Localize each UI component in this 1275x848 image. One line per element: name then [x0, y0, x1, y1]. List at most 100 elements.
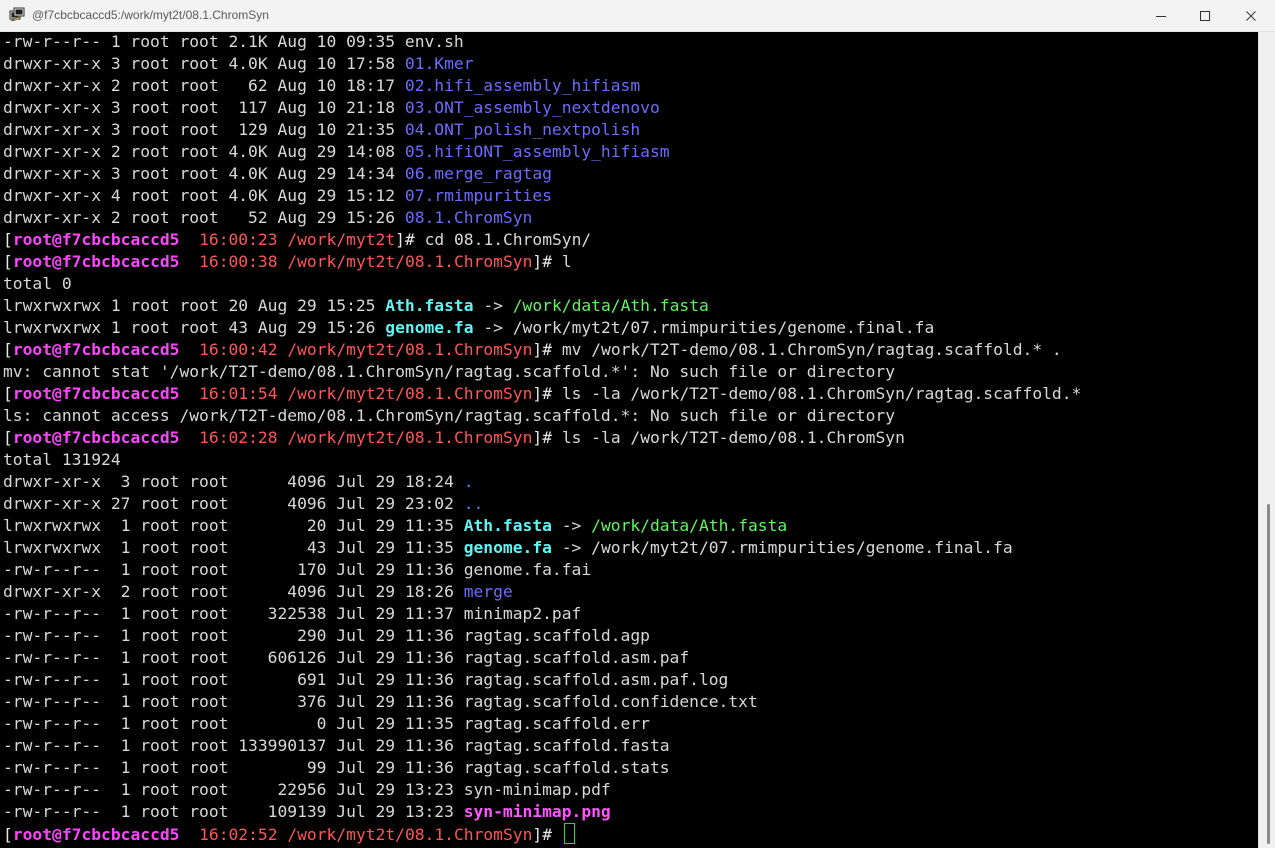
- close-button[interactable]: [1228, 0, 1274, 31]
- file-name: ragtag.scaffold.err: [463, 714, 650, 733]
- listing-details: -rw-r--r-- 1 root root 691 Jul 29 11:36: [3, 670, 464, 689]
- vertical-scrollbar[interactable]: [1258, 32, 1275, 848]
- listing-details: drwxr-xr-x 2 root root 62 Aug 10 18:17: [3, 76, 405, 95]
- symlink-arrow: ->: [473, 318, 513, 337]
- scrollbar-thumb[interactable]: [1267, 504, 1270, 844]
- image-file-name: syn-minimap.png: [463, 802, 611, 821]
- output-text: mv: cannot stat '/work/T2T-demo/08.1.Chr…: [3, 362, 895, 381]
- prompt-path: /work/myt2t/08.1.ChromSyn: [287, 384, 533, 403]
- listing-details: -rw-r--r-- 1 root root 170 Jul 29 11:36: [3, 560, 464, 579]
- prompt-user: root: [12, 340, 53, 359]
- listing-details: drwxr-xr-x 3 root root 117 Aug 10 21:18: [3, 98, 405, 117]
- prompt-line: [root@f7cbcbcaccd5 16:02:52 /work/myt2t/…: [3, 823, 575, 845]
- listing-row: -rw-r--r-- 1 root root 322538 Jul 29 11:…: [3, 603, 581, 625]
- output-text: ls: cannot access /work/T2T-demo/08.1.Ch…: [3, 406, 895, 425]
- terminal-window: @f7cbcbcaccd5:/work/myt2t/08.1.ChromSyn …: [0, 0, 1275, 848]
- symlink-arrow: ->: [551, 538, 592, 557]
- prompt-host: f7cbcbcaccd5: [61, 428, 180, 447]
- listing-details: -rw-r--r-- 1 root root 2.1K Aug 10 09:35: [3, 32, 405, 51]
- listing-row: drwxr-xr-x 3 root root 117 Aug 10 21:18 …: [3, 97, 660, 119]
- prompt-host: f7cbcbcaccd5: [61, 252, 180, 271]
- prompt-line: [root@f7cbcbcaccd5 16:02:28 /work/myt2t/…: [3, 427, 905, 449]
- directory-name: ..: [463, 494, 484, 513]
- maximize-button[interactable]: [1182, 0, 1228, 31]
- directory-name: 05.hifiONT_assembly_hifiasm: [404, 142, 670, 161]
- directory-name: .: [463, 472, 474, 491]
- listing-details: -rw-r--r-- 1 root root 322538 Jul 29 11:…: [3, 604, 464, 623]
- window-title: @f7cbcbcaccd5:/work/myt2t/08.1.ChromSyn: [32, 8, 269, 22]
- symlink-target: /work/myt2t/07.rmimpurities/genome.final…: [512, 318, 935, 337]
- listing-row: drwxr-xr-x 2 root root 4.0K Aug 29 14:08…: [3, 141, 670, 163]
- listing-details: -rw-r--r-- 1 root root 290 Jul 29 11:36: [3, 626, 464, 645]
- listing-row: drwxr-xr-x 3 root root 4.0K Aug 29 14:34…: [3, 163, 552, 185]
- listing-details: drwxr-xr-x 3 root root 4.0K Aug 10 17:58: [3, 54, 405, 73]
- prompt-hash: ]#: [532, 252, 562, 271]
- listing-row: lrwxrwxrwx 1 root root 43 Jul 29 11:35 g…: [3, 537, 1013, 559]
- listing-row: drwxr-xr-x 3 root root 4.0K Aug 10 17:58…: [3, 53, 474, 75]
- prompt-at: @: [52, 230, 62, 249]
- directory-name: 02.hifi_assembly_hifiasm: [404, 76, 641, 95]
- prompt-time: 16:02:28: [199, 428, 278, 447]
- symlink-name: genome.fa: [463, 538, 552, 557]
- prompt-line: [root@f7cbcbcaccd5 16:01:54 /work/myt2t/…: [3, 383, 1081, 405]
- listing-row: -rw-r--r-- 1 root root 170 Jul 29 11:36 …: [3, 559, 591, 581]
- listing-details: drwxr-xr-x 2 root root 4.0K Aug 29 14:08: [3, 142, 405, 161]
- file-name: ragtag.scaffold.stats: [463, 758, 670, 777]
- listing-row: drwxr-xr-x 2 root root 62 Aug 10 18:17 0…: [3, 75, 640, 97]
- listing-row: -rw-r--r-- 1 root root 2.1K Aug 10 09:35…: [3, 32, 464, 53]
- directory-name: 07.rmimpurities: [404, 186, 552, 205]
- command-text: cd 08.1.ChromSyn/: [424, 230, 592, 249]
- terminal-output[interactable]: -rw-r--r-- 1 root root 2.1K Aug 10 09:35…: [0, 32, 1258, 848]
- listing-details: lrwxrwxrwx 1 root root 20 Jul 29 11:35: [3, 516, 464, 535]
- prompt-hash: ]#: [395, 230, 425, 249]
- listing-details: -rw-r--r-- 1 root root 109139 Jul 29 13:…: [3, 802, 464, 821]
- prompt-time: 16:00:38: [199, 252, 278, 271]
- listing-row: drwxr-xr-x 2 root root 4096 Jul 29 18:26…: [3, 581, 513, 603]
- prompt-hash: ]#: [532, 825, 562, 844]
- listing-details: drwxr-xr-x 3 root root 4096 Jul 29 18:24: [3, 472, 464, 491]
- prompt-gap: [179, 384, 199, 403]
- prompt-time: 16:00:23: [199, 230, 278, 249]
- directory-name: 08.1.ChromSyn: [404, 208, 533, 227]
- prompt-time: 16:00:42: [199, 340, 278, 359]
- listing-row: lrwxrwxrwx 1 root root 20 Aug 29 15:25 A…: [3, 295, 709, 317]
- prompt-gap: [179, 428, 199, 447]
- prompt-user: root: [12, 384, 53, 403]
- prompt-hash: ]#: [532, 340, 562, 359]
- listing-row: lrwxrwxrwx 1 root root 20 Jul 29 11:35 A…: [3, 515, 787, 537]
- prompt-path: /work/myt2t/08.1.ChromSyn: [287, 252, 533, 271]
- symlink-arrow: ->: [473, 296, 513, 315]
- prompt-open-bracket: [: [3, 428, 13, 447]
- prompt-user: root: [12, 252, 53, 271]
- listing-details: lrwxrwxrwx 1 root root 20 Aug 29 15:25: [3, 296, 386, 315]
- directory-name: merge: [463, 582, 513, 601]
- prompt-path: /work/myt2t/08.1.ChromSyn: [287, 825, 533, 844]
- prompt-path: /work/myt2t/08.1.ChromSyn: [287, 340, 533, 359]
- listing-details: drwxr-xr-x 2 root root 4096 Jul 29 18:26: [3, 582, 464, 601]
- listing-details: -rw-r--r-- 1 root root 133990137 Jul 29 …: [3, 736, 464, 755]
- minimize-button[interactable]: [1138, 0, 1184, 31]
- title-bar[interactable]: @f7cbcbcaccd5:/work/myt2t/08.1.ChromSyn: [0, 0, 1275, 32]
- symlink-name: Ath.fasta: [385, 296, 474, 315]
- output-text: total 0: [3, 274, 72, 293]
- putty-terminal-icon[interactable]: [9, 7, 25, 23]
- listing-row: drwxr-xr-x 2 root root 52 Aug 29 15:26 0…: [3, 207, 532, 229]
- directory-name: 04.ONT_polish_nextpolish: [404, 120, 641, 139]
- maximize-icon: [1200, 10, 1210, 21]
- command-text: mv /work/T2T-demo/08.1.ChromSyn/ragtag.s…: [561, 340, 1062, 359]
- prompt-host: f7cbcbcaccd5: [61, 230, 180, 249]
- prompt-path: /work/myt2t: [287, 230, 396, 249]
- prompt-line: [root@f7cbcbcaccd5 16:00:38 /work/myt2t/…: [3, 251, 572, 273]
- listing-row: -rw-r--r-- 1 root root 606126 Jul 29 11:…: [3, 647, 689, 669]
- listing-row: -rw-r--r-- 1 root root 691 Jul 29 11:36 …: [3, 669, 728, 691]
- listing-details: lrwxrwxrwx 1 root root 43 Jul 29 11:35: [3, 538, 464, 557]
- close-icon: [1246, 10, 1256, 21]
- prompt-at: @: [52, 428, 62, 447]
- prompt-at: @: [52, 340, 62, 359]
- listing-row: drwxr-xr-x 3 root root 129 Aug 10 21:35 …: [3, 119, 640, 141]
